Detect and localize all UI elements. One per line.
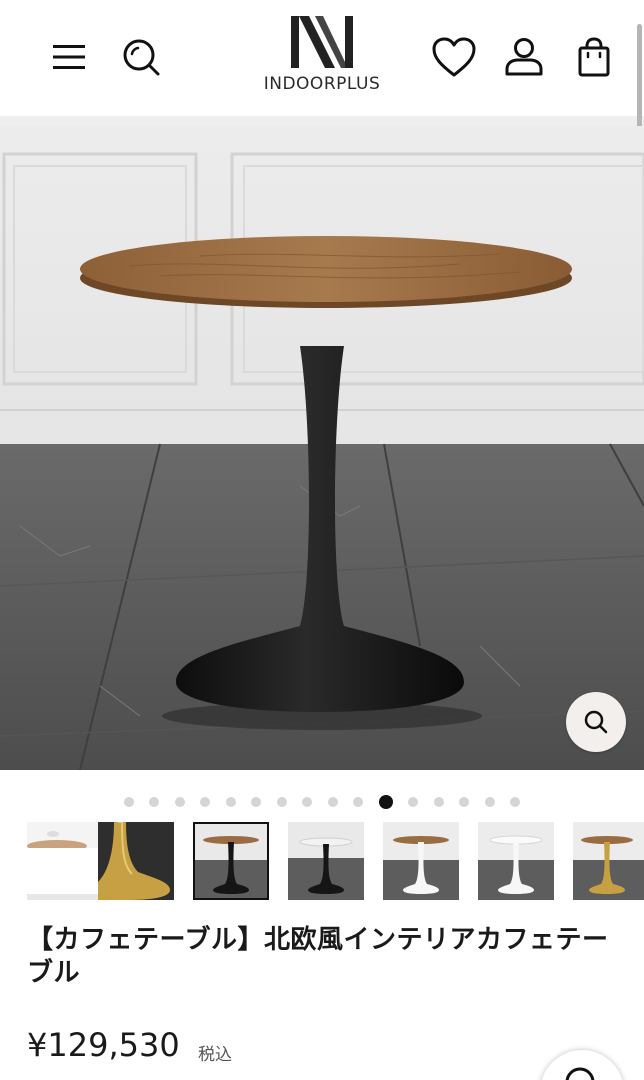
zoom-search-icon: [584, 710, 608, 734]
thumbnail-7[interactable]: [573, 822, 644, 900]
slide-indicator: [0, 792, 644, 812]
slide-dot[interactable]: [225, 797, 236, 807]
product-price: ¥129,530: [27, 1026, 180, 1064]
slide-dot[interactable]: [327, 797, 338, 807]
zoom-button[interactable]: [566, 692, 626, 752]
search-button[interactable]: [116, 34, 166, 80]
thumbnail-1[interactable]: [27, 822, 103, 900]
thumbnail-5[interactable]: [383, 822, 459, 900]
thumbnail-2[interactable]: [98, 822, 174, 900]
slide-dot[interactable]: [433, 797, 444, 807]
brand-logo[interactable]: INDOORPLUS: [252, 14, 392, 104]
hamburger-menu-icon: [53, 45, 85, 69]
slide-dot-active[interactable]: [378, 795, 393, 809]
search-icon: [565, 1067, 595, 1080]
slide-dot[interactable]: [174, 797, 185, 807]
wishlist-button[interactable]: [428, 34, 480, 80]
thumbnail-strip[interactable]: [27, 822, 644, 900]
slide-dot[interactable]: [459, 797, 470, 807]
tax-included-label: 税込: [198, 1045, 232, 1065]
account-button[interactable]: [500, 34, 548, 80]
slide-dot[interactable]: [200, 797, 211, 807]
menu-button[interactable]: [46, 36, 92, 78]
slide-dot[interactable]: [353, 797, 364, 807]
slide-dot[interactable]: [149, 797, 160, 807]
slide-dot[interactable]: [302, 797, 313, 807]
slide-dot[interactable]: [510, 797, 521, 807]
thumbnail-4[interactable]: [288, 822, 364, 900]
heart-icon: [432, 37, 476, 77]
product-main-image[interactable]: [0, 126, 644, 770]
slide-dot[interactable]: [251, 797, 262, 807]
cafe-table-photo: [0, 126, 644, 770]
floating-action-button[interactable]: [540, 1050, 624, 1080]
search-icon: [123, 39, 160, 76]
thumbnail-6[interactable]: [478, 822, 554, 900]
slide-dot[interactable]: [484, 797, 495, 807]
slide-dot[interactable]: [123, 797, 134, 807]
user-icon: [505, 38, 543, 76]
header-divider: [0, 116, 644, 126]
slide-dot[interactable]: [408, 797, 419, 807]
cart-button[interactable]: [572, 34, 616, 80]
slide-dot[interactable]: [276, 797, 287, 807]
brand-name: INDOORPLUS: [263, 74, 381, 94]
product-title: 【カフェテーブル】北欧風インテリアカフェテーブル: [27, 925, 609, 988]
shopping-bag-icon: [578, 37, 610, 77]
brand-monogram-icon: [291, 16, 353, 68]
thumbnail-3-active[interactable]: [193, 822, 269, 900]
site-header: INDOORPLUS: [0, 0, 644, 116]
